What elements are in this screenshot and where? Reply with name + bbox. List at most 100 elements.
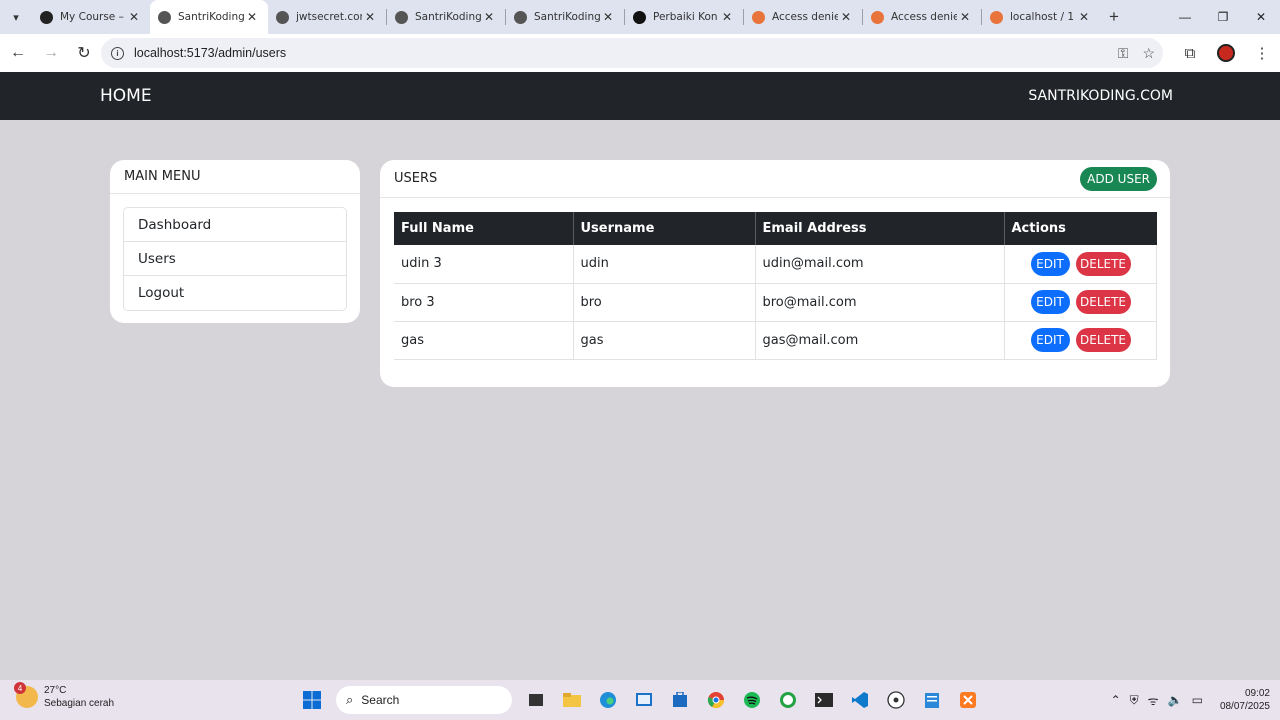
browser-tab[interactable]: SantriKoding ✕ <box>387 0 505 34</box>
browser-tab[interactable]: SantriKoding ✕ <box>506 0 624 34</box>
tab-title: SantriKoding <box>178 11 244 23</box>
system-tray: ⌃ ⛨ ᯤ 🔈 ▭ 09:02 08/07/2025 <box>1111 684 1270 716</box>
tab-search-chevron-icon[interactable]: ▾ <box>0 0 32 34</box>
tab-close-icon[interactable]: ✕ <box>957 10 973 24</box>
browser-menu-icon[interactable]: ⋮ <box>1244 44 1280 62</box>
browser-tab-strip: ▾ My Course –✕SantriKoding✕jwtsecret.com… <box>0 0 1280 34</box>
notification-badge: 4 <box>14 682 26 694</box>
delete-button[interactable]: DELETE <box>1075 251 1131 276</box>
cell-username: udin <box>573 245 756 284</box>
system-clock[interactable]: 09:02 08/07/2025 <box>1220 687 1270 713</box>
cell-actions: EDIT DELETE <box>1004 245 1157 284</box>
browser-tab[interactable]: Perbaiki Kon ✕ <box>625 0 743 34</box>
vscode-icon[interactable] <box>844 684 876 716</box>
clock-date: 08/07/2025 <box>1219 701 1270 712</box>
tab-close-icon[interactable]: ✕ <box>126 10 142 24</box>
edit-button[interactable]: EDIT <box>1030 328 1070 352</box>
weather-text: 27°C Sebagian cerah <box>44 684 114 710</box>
address-url: localhost:5173/admin/users <box>134 46 287 60</box>
spotify-icon[interactable] <box>736 684 768 716</box>
edge-browser-icon[interactable] <box>592 684 624 716</box>
edit-button[interactable]: EDIT <box>1030 290 1070 314</box>
forward-arrow-icon[interactable]: → <box>36 38 66 68</box>
tab-close-icon[interactable]: ✕ <box>244 10 260 24</box>
wifi-icon[interactable]: ᯤ <box>1148 692 1159 709</box>
browser-tab[interactable]: Access denie ✕ <box>863 0 981 34</box>
address-bar[interactable]: i localhost:5173/admin/users ⚿ ☆ <box>101 38 1163 68</box>
cell-actions: EDIT DELETE <box>1004 321 1157 360</box>
tab-title: SantriKoding <box>415 11 481 23</box>
globe-icon <box>158 10 171 24</box>
santrikoding-link[interactable]: SANTRIKODING.COM <box>1028 88 1173 104</box>
browser-tab[interactable]: My Course – ✕ <box>32 0 150 34</box>
browser-tab[interactable]: Access denie ✕ <box>744 0 862 34</box>
users-table: Full Name Username Email Address Actions… <box>394 212 1157 360</box>
delete-button[interactable]: DELETE <box>1075 328 1131 352</box>
bookmark-star-icon[interactable]: ☆ <box>1142 45 1155 62</box>
home-link[interactable]: HOME <box>100 86 152 106</box>
reload-icon[interactable]: ↻ <box>69 38 99 68</box>
battery-icon[interactable]: ▭ <box>1192 693 1203 707</box>
tab-close-icon[interactable]: ✕ <box>1076 10 1092 24</box>
tab-close-icon[interactable]: ✕ <box>481 10 497 24</box>
users-card: USERS ADD USER Full Name Username Email … <box>380 160 1170 387</box>
network-security-icon[interactable]: ⛨ <box>1130 693 1139 708</box>
tab-close-icon[interactable]: ✕ <box>600 10 616 24</box>
browser-tab[interactable]: jwtsecret.com✕ <box>268 0 386 34</box>
tab-close-icon[interactable]: ✕ <box>362 10 378 24</box>
tab-title: Access denie <box>772 11 838 23</box>
taskbar-search[interactable]: ⌕ Search <box>336 686 512 714</box>
minimize-icon[interactable]: — <box>1166 0 1204 34</box>
menu-item-users[interactable]: Users <box>124 242 346 276</box>
extensions-puzzle-icon[interactable]: ⧉ <box>1172 45 1208 62</box>
store-icon[interactable] <box>664 684 696 716</box>
window-close-icon[interactable]: ✕ <box>1242 0 1280 34</box>
file-explorer-icon[interactable] <box>556 684 588 716</box>
task-view-icon[interactable] <box>520 684 552 716</box>
cell-username: gas <box>573 321 756 360</box>
xampp-icon[interactable] <box>952 684 984 716</box>
edit-button[interactable]: EDIT <box>1030 251 1070 276</box>
chrome-icon[interactable] <box>700 684 732 716</box>
restore-icon[interactable]: ❐ <box>1204 0 1242 34</box>
site-info-icon[interactable]: i <box>111 46 124 60</box>
menu-item-logout[interactable]: Logout <box>124 276 346 310</box>
password-key-icon[interactable]: ⚿ <box>1118 45 1129 62</box>
notepad-icon[interactable] <box>916 684 948 716</box>
profile-avatar[interactable] <box>1208 44 1244 62</box>
cell-full-name: gas <box>394 321 574 360</box>
tab-title: Access denie <box>891 11 957 23</box>
table-row: bro 3 bro bro@mail.com EDIT DELETE <box>394 283 1157 322</box>
chevron-up-icon[interactable]: ⌃ <box>1111 693 1121 707</box>
weather-widget[interactable]: 4 27°C Sebagian cerah <box>14 682 114 710</box>
weather-description: Sebagian cerah <box>44 698 115 709</box>
column-header-full-name: Full Name <box>394 212 574 245</box>
avatar <box>1217 44 1235 62</box>
back-arrow-icon[interactable]: ← <box>3 38 33 68</box>
globe-icon <box>276 10 289 24</box>
new-tab-plus-icon[interactable]: + <box>1100 7 1128 27</box>
delete-button[interactable]: DELETE <box>1075 290 1131 314</box>
globe-icon <box>514 10 527 24</box>
volume-icon[interactable]: 🔈 <box>1168 693 1183 707</box>
add-user-button[interactable]: ADD USER <box>1080 166 1157 191</box>
clock-time: 09:02 <box>1244 688 1270 699</box>
users-card-header: USERS ADD USER <box>380 160 1170 198</box>
screen-app-icon[interactable] <box>628 684 660 716</box>
cell-full-name: udin 3 <box>394 245 574 284</box>
whatsapp-icon[interactable] <box>772 684 804 716</box>
football-app-icon[interactable] <box>880 684 912 716</box>
column-header-email: Email Address <box>755 212 1005 245</box>
tab-close-icon[interactable]: ✕ <box>719 10 735 24</box>
tab-close-icon[interactable]: ✕ <box>838 10 854 24</box>
terminal-icon[interactable] <box>808 684 840 716</box>
tab-title: localhost / 1 <box>1010 11 1075 23</box>
browser-tab[interactable]: localhost / 1 ✕ <box>982 0 1100 34</box>
windows-start-icon[interactable] <box>296 684 328 716</box>
browser-tab[interactable]: SantriKoding ✕ <box>150 0 268 34</box>
taskbar-search-label: Search <box>361 693 400 707</box>
column-header-actions: Actions <box>1004 212 1157 245</box>
menu-item-dashboard[interactable]: Dashboard <box>124 208 346 242</box>
search-icon: ⌕ <box>346 692 354 707</box>
tab-list: My Course –✕SantriKoding✕jwtsecret.com✕S… <box>32 0 1100 34</box>
